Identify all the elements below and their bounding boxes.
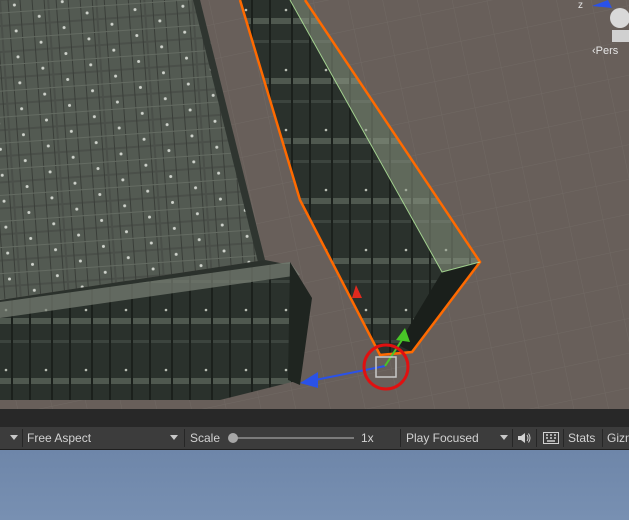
chevron-down-icon[interactable] <box>500 435 508 440</box>
scale-slider-handle[interactable] <box>228 433 238 443</box>
scale-value: 1x <box>361 431 374 445</box>
aspect-dropdown[interactable]: Free Aspect <box>27 427 91 449</box>
chevron-down-icon[interactable] <box>170 435 178 440</box>
gizmos-button[interactable]: Gizm <box>607 427 629 449</box>
keyboard-icon[interactable] <box>543 432 559 444</box>
scene-view[interactable]: z ‹Pers <box>0 0 629 409</box>
game-view[interactable] <box>0 450 629 520</box>
view-separator <box>0 409 629 427</box>
play-mode-dropdown[interactable]: Play Focused <box>406 427 479 449</box>
gizmo-axis-label: z <box>578 0 583 11</box>
speaker-icon[interactable] <box>517 432 531 444</box>
scale-slider-track[interactable] <box>234 437 354 439</box>
chevron-down-icon[interactable] <box>10 435 18 440</box>
scale-label: Scale <box>190 431 221 445</box>
stats-button[interactable]: Stats <box>568 427 595 449</box>
projection-label: ‹Pers <box>592 45 619 57</box>
